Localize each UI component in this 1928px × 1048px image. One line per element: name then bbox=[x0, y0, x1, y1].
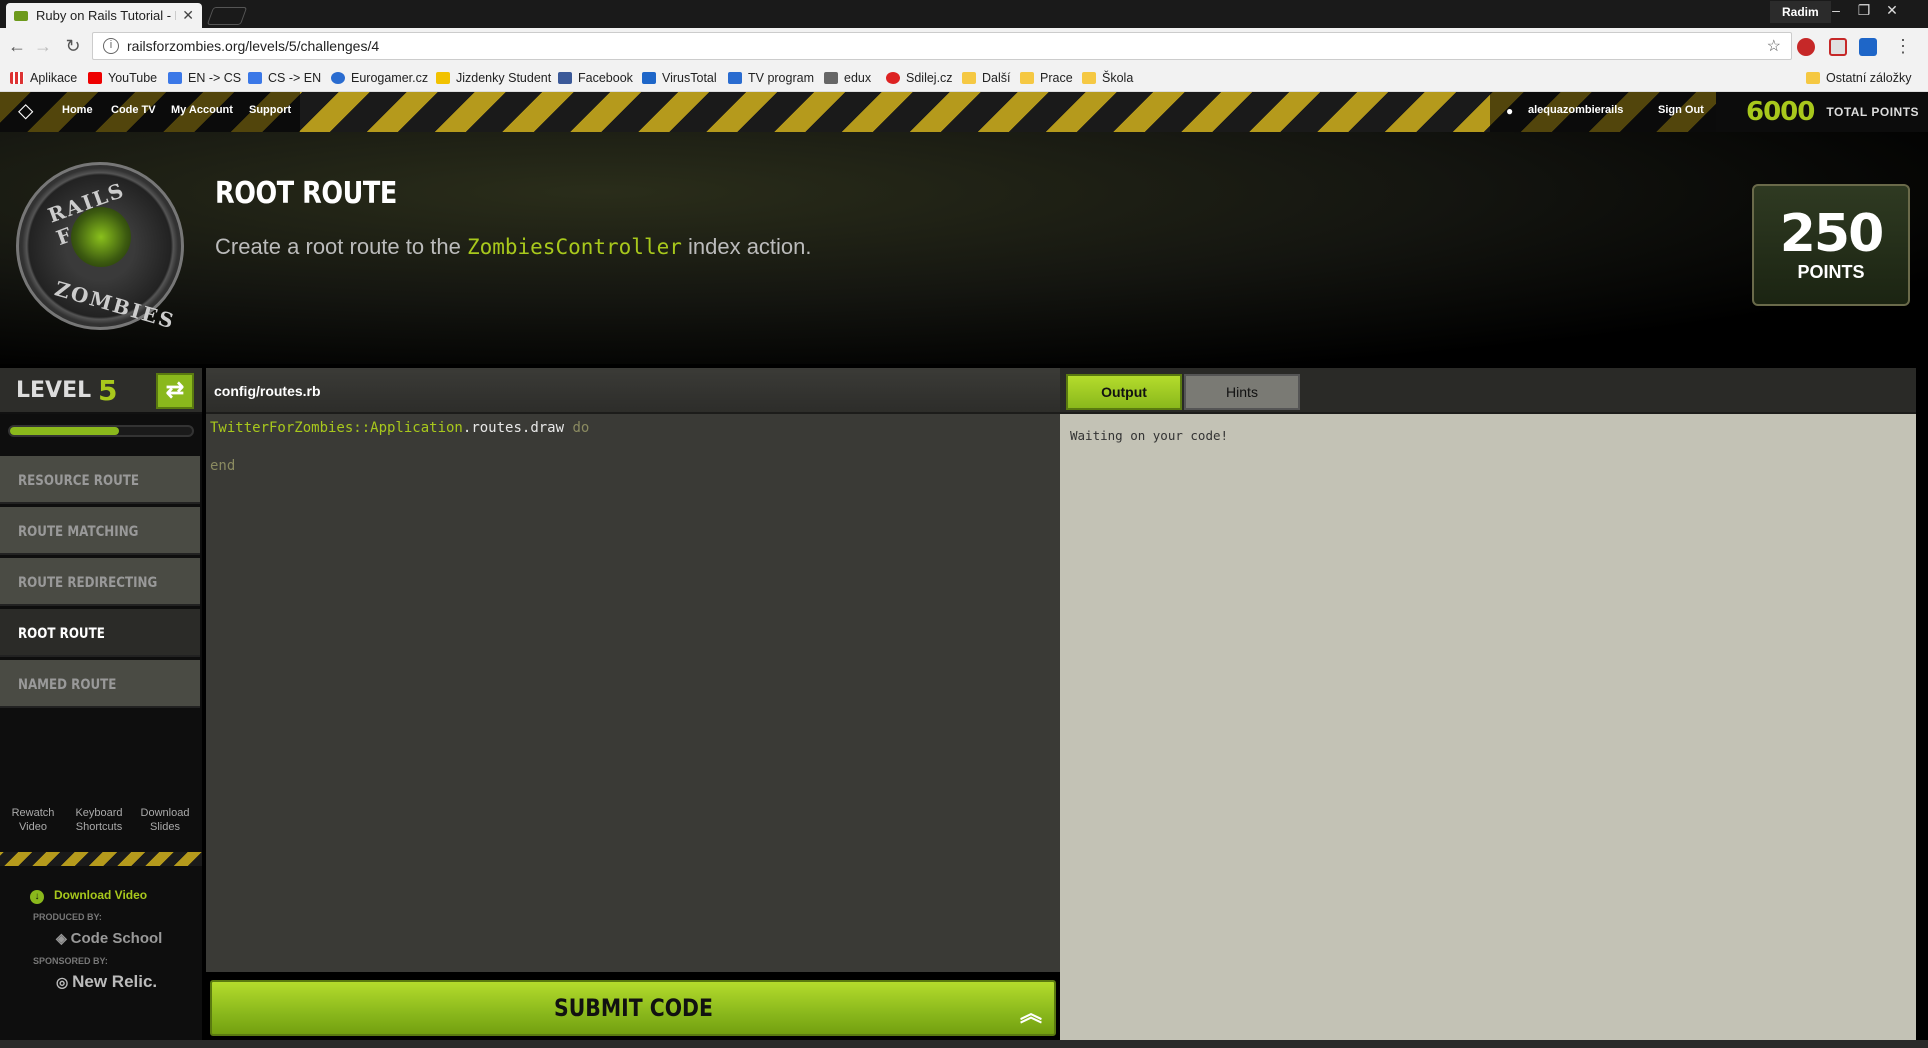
browser-tab[interactable]: Ruby on Rails Tutorial - F ✕ bbox=[6, 3, 202, 28]
download-icon: ↓ bbox=[30, 890, 44, 904]
sign-out-link[interactable]: Sign Out bbox=[1658, 104, 1704, 116]
adblock-extension-icon[interactable] bbox=[1797, 38, 1815, 56]
nav-code-tv[interactable]: Code TV bbox=[111, 104, 156, 116]
bookmark-edux[interactable]: edux bbox=[824, 71, 871, 85]
download-slides-link[interactable]: Download Slides bbox=[132, 806, 198, 834]
username-link[interactable]: alequazombierails bbox=[1528, 104, 1623, 116]
challenge-item-resource-route[interactable]: RESOURCE ROUTE bbox=[0, 456, 200, 504]
site-top-nav: ◇ Home Code TV My Account Support ● aleq… bbox=[0, 92, 1928, 132]
info-icon[interactable]: i bbox=[103, 38, 119, 54]
nav-home[interactable]: Home bbox=[62, 104, 93, 116]
bookmark-en-cs[interactable]: EN -> CS bbox=[168, 71, 241, 85]
level-indicator: LEVEL 5 ⇄ bbox=[0, 368, 202, 414]
reload-icon[interactable]: ↻ bbox=[62, 36, 84, 58]
code-line-1: TwitterForZombies::Application.routes.dr… bbox=[210, 420, 590, 436]
horizontal-scrollbar[interactable] bbox=[0, 1040, 1928, 1048]
bookmarks-bar: Aplikace YouTube EN -> CS CS -> EN Eurog… bbox=[0, 66, 1928, 92]
restore-icon[interactable]: ❐ bbox=[1850, 0, 1878, 22]
challenge-item-named-route[interactable]: NAMED ROUTE bbox=[0, 660, 200, 708]
bookmark-folder-skola[interactable]: Škola bbox=[1082, 71, 1133, 85]
challenge-title: ROOT ROUTE bbox=[215, 176, 397, 211]
tab-hints[interactable]: Hints bbox=[1184, 374, 1300, 410]
bookmark-folder-other[interactable]: Ostatní záložky bbox=[1806, 71, 1911, 85]
shield-extension-icon[interactable] bbox=[1859, 38, 1877, 56]
nav-my-account[interactable]: My Account bbox=[171, 104, 233, 116]
code-school-logo[interactable]: ◈ Code School bbox=[56, 930, 162, 947]
switch-level-button[interactable]: ⇄ bbox=[156, 373, 194, 409]
chevron-up-icon: ︽ bbox=[1019, 1002, 1042, 1027]
sponsored-by-label: SPONSORED BY: bbox=[33, 956, 108, 966]
total-points: 6000 TOTAL POINTS bbox=[1716, 92, 1928, 132]
url-text: railsforzombies.org/levels/5/challenges/… bbox=[127, 38, 380, 54]
bookmark-eurogamer[interactable]: Eurogamer.cz bbox=[331, 71, 428, 85]
zombie-skull-icon bbox=[71, 207, 131, 267]
code-line-3: end bbox=[210, 458, 236, 474]
editor-filename: config/routes.rb bbox=[214, 383, 321, 399]
output-panel-header: Output Hints bbox=[1060, 368, 1916, 414]
browser-tab-bar: Ruby on Rails Tutorial - F ✕ Radim – ❐ ✕ bbox=[0, 0, 1928, 28]
bookmark-folder-dalsi[interactable]: Další bbox=[962, 71, 1010, 85]
bookmark-virustotal[interactable]: VirusTotal bbox=[642, 71, 717, 85]
bookmark-cs-en[interactable]: CS -> EN bbox=[248, 71, 321, 85]
tab-title: Ruby on Rails Tutorial - F bbox=[36, 8, 177, 23]
bookmark-youtube[interactable]: YouTube bbox=[88, 71, 157, 85]
level-progress-bar bbox=[8, 425, 194, 437]
rewatch-video-link[interactable]: Rewatch Video bbox=[0, 806, 66, 834]
code-editor[interactable]: TwitterForZombies::Application.routes.dr… bbox=[206, 414, 1060, 972]
bookmark-facebook[interactable]: Facebook bbox=[558, 71, 633, 85]
editor-header: config/routes.rb bbox=[206, 368, 1060, 414]
page: ◇ Home Code TV My Account Support ● aleq… bbox=[0, 92, 1928, 1048]
tab-output[interactable]: Output bbox=[1066, 374, 1182, 410]
bookmark-tv-program[interactable]: TV program bbox=[728, 71, 814, 85]
challenge-description: Create a root route to the ZombiesContro… bbox=[215, 234, 812, 259]
bookmark-star-icon[interactable]: ☆ bbox=[1767, 36, 1781, 56]
address-bar[interactable]: i railsforzombies.org/levels/5/challenge… bbox=[92, 32, 1792, 60]
minimize-icon[interactable]: – bbox=[1822, 0, 1850, 22]
bookmark-apps[interactable]: Aplikace bbox=[10, 71, 77, 85]
challenge-banner: RAILS FOR ZOMBIES ROOT ROUTE Create a ro… bbox=[0, 132, 1928, 364]
keyboard-shortcuts-link[interactable]: Keyboard Shortcuts bbox=[66, 806, 132, 834]
close-tab-icon[interactable]: ✕ bbox=[182, 7, 194, 24]
browser-toolbar: ← → ↻ i railsforzombies.org/levels/5/cha… bbox=[0, 28, 1928, 66]
codeschool-logo-icon[interactable]: ◇ bbox=[18, 101, 40, 123]
hazard-stripe-divider bbox=[0, 852, 202, 866]
window-close-icon[interactable]: ✕ bbox=[1878, 0, 1906, 22]
level-sidebar: LEVEL 5 ⇄ RESOURCE ROUTE ROUTE MATCHING … bbox=[0, 368, 202, 1048]
total-points-label: TOTAL POINTS bbox=[1826, 105, 1920, 119]
produced-by-label: PRODUCED BY: bbox=[33, 912, 102, 922]
submit-code-button[interactable]: SUBMIT CODE ︽ bbox=[210, 980, 1056, 1036]
download-video-link[interactable]: ↓ Download Video bbox=[30, 888, 147, 904]
user-icon: ● bbox=[1506, 104, 1514, 118]
rails-for-zombies-logo[interactable]: RAILS FOR ZOMBIES bbox=[16, 162, 184, 334]
extension-icon[interactable] bbox=[1829, 38, 1847, 56]
new-tab-button[interactable] bbox=[206, 7, 248, 25]
back-icon[interactable]: ← bbox=[6, 36, 28, 58]
challenge-item-route-matching[interactable]: ROUTE MATCHING bbox=[0, 507, 200, 555]
favicon-icon bbox=[14, 10, 28, 21]
nav-support[interactable]: Support bbox=[249, 104, 291, 116]
bookmark-folder-prace[interactable]: Prace bbox=[1020, 71, 1073, 85]
challenge-points-badge: 250 POINTS bbox=[1752, 184, 1910, 306]
bookmark-sdilej[interactable]: Sdilej.cz bbox=[886, 71, 953, 85]
new-relic-logo[interactable]: ◎ New Relic. bbox=[56, 972, 157, 992]
forward-icon[interactable]: → bbox=[32, 36, 54, 58]
challenge-item-route-redirecting[interactable]: ROUTE REDIRECTING bbox=[0, 558, 200, 606]
challenge-item-root-route[interactable]: ROOT ROUTE bbox=[0, 609, 200, 657]
output-panel: Waiting on your code! bbox=[1060, 414, 1916, 1040]
menu-icon[interactable]: ⋮ bbox=[1892, 36, 1914, 58]
total-points-value: 6000 bbox=[1746, 97, 1815, 127]
bookmark-jizdenky[interactable]: Jizdenky Student bbox=[436, 71, 551, 85]
output-message: Waiting on your code! bbox=[1070, 428, 1229, 443]
